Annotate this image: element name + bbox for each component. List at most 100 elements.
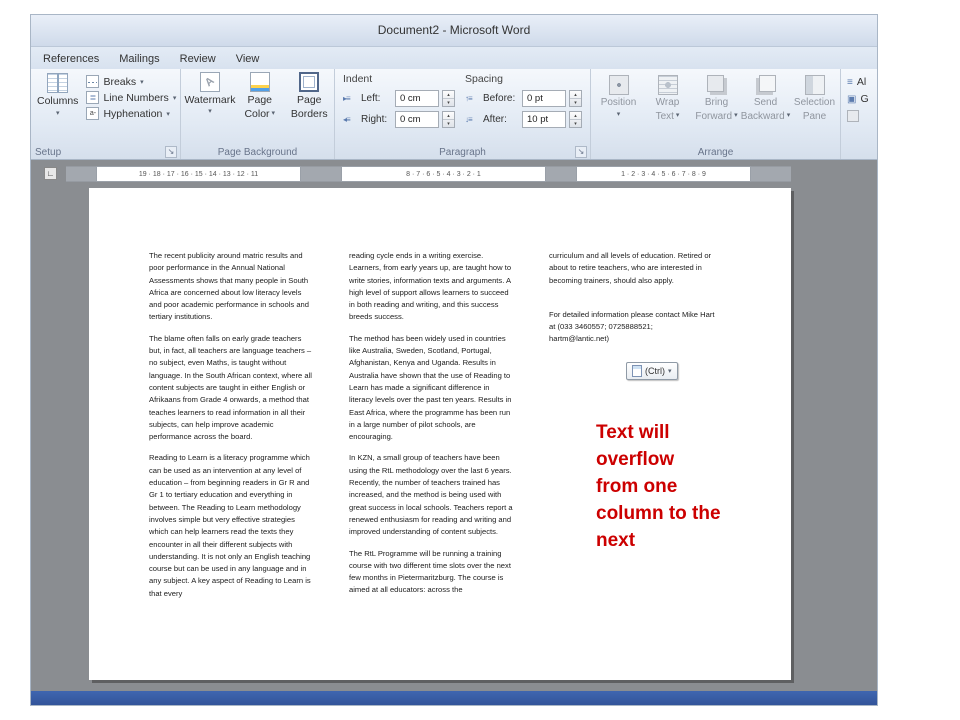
bring-forward-button[interactable]: Bring Forward ▾ — [693, 73, 740, 122]
tab-references[interactable]: References — [33, 50, 109, 69]
slide-canvas: Document2 - Microsoft Word References Ma… — [0, 0, 960, 720]
bring-forward-label-1: Bring — [704, 97, 729, 108]
page-color-button[interactable]: Page Color ▾ — [237, 72, 283, 159]
paragraph-group-label: Paragraph — [439, 147, 486, 158]
selection-pane-label-2: Pane — [802, 110, 827, 122]
paragraph: The method has been widely used in count… — [349, 333, 512, 442]
group-button[interactable]: ▣ G — [847, 93, 877, 105]
ribbon-group-paragraph: Indent ▸≡ Left: 0 cm ▴ ▾ ◂≡ Right: 0 cm … — [335, 69, 591, 159]
columns-button[interactable]: Columns ▾ — [31, 69, 82, 144]
indent-subgroup: Indent ▸≡ Left: 0 cm ▴ ▾ ◂≡ Right: 0 cm … — [343, 73, 455, 132]
breaks-button[interactable]: Breaks ▾ — [86, 75, 176, 88]
group-label: G — [860, 93, 869, 105]
spacing-before-icon: ↑≡ — [465, 94, 473, 103]
paragraph: reading cycle ends in a writing exercise… — [349, 251, 512, 322]
spacing-before-stepper[interactable]: ▴ ▾ — [569, 90, 582, 107]
paste-options-button[interactable]: (Ctrl) ▾ — [626, 362, 678, 380]
chevron-down-icon: ▾ — [166, 110, 170, 118]
ribbon-group-page-background: A Watermark ▾ Page Color ▾ Page Borders — [181, 69, 335, 159]
wrap-text-label-1: Wrap — [655, 97, 680, 108]
selection-pane-label-1: Selection — [793, 97, 836, 108]
page-setup-dialog-launcher[interactable]: ↘ — [165, 146, 177, 158]
breaks-label: Breaks — [103, 75, 137, 88]
status-bar — [31, 691, 877, 705]
tab-view[interactable]: View — [226, 50, 270, 69]
tab-review[interactable]: Review — [170, 50, 226, 69]
text-column-2: reading cycle ends in a writing exercise… — [349, 250, 515, 606]
page-borders-button[interactable]: Page Borders — [287, 72, 333, 159]
paste-options-label: (Ctrl) — [645, 366, 665, 376]
document-workspace: ∟ 19 · 18 · 17 · 16 · 15 · 14 · 13 · 12 … — [31, 160, 877, 692]
page-borders-label-1: Page — [296, 94, 322, 106]
paragraph: Reading to Learn is a literacy programme… — [149, 453, 311, 598]
wrap-text-button[interactable]: Wrap Text ▾ — [644, 73, 691, 122]
page-borders-icon — [299, 72, 320, 92]
page-setup-group-label: Setup — [35, 147, 62, 158]
stepper-down-icon[interactable]: ▾ — [570, 99, 581, 106]
stepper-up-icon[interactable]: ▴ — [443, 91, 454, 99]
chevron-down-icon: ▾ — [208, 108, 212, 116]
indent-left-stepper[interactable]: ▴ ▾ — [442, 90, 455, 107]
stepper-down-icon[interactable]: ▾ — [570, 120, 581, 127]
indent-header: Indent — [343, 73, 373, 85]
tab-mailings[interactable]: Mailings — [109, 50, 169, 69]
stepper-down-icon[interactable]: ▾ — [443, 99, 454, 106]
columns-button-label: Columns — [37, 95, 79, 107]
spacing-before-label: Before: — [483, 93, 516, 104]
wrap-text-icon — [657, 75, 678, 95]
indent-left-label: Left: — [361, 93, 381, 104]
word-window: Document2 - Microsoft Word References Ma… — [30, 14, 878, 706]
line-numbers-icon: ≣ — [86, 91, 100, 104]
line-numbers-button[interactable]: ≣ Line Numbers ▾ — [86, 91, 176, 104]
indent-left-field[interactable]: 0 cm — [395, 90, 439, 107]
hyphenation-label: Hyphenation — [103, 107, 163, 120]
ribbon: Columns ▾ Breaks ▾ ≣ Line Numbers ▾ a- H… — [31, 69, 877, 160]
horizontal-ruler[interactable]: ∟ 19 · 18 · 17 · 16 · 15 · 14 · 13 · 12 … — [44, 166, 791, 182]
position-icon — [608, 75, 629, 95]
ribbon-group-clipped: ≡ Al ▣ G — [841, 69, 877, 159]
indent-left-row: ▸≡ Left: 0 cm ▴ ▾ — [343, 90, 455, 107]
position-label: Position — [600, 97, 637, 108]
indent-right-field[interactable]: 0 cm — [395, 111, 439, 128]
stepper-down-icon[interactable]: ▾ — [443, 120, 454, 127]
ruler-column-3: 1 · 2 · 3 · 4 · 5 · 6 · 7 · 8 · 9 — [576, 166, 751, 182]
send-backward-icon — [758, 75, 776, 92]
selection-pane-icon — [804, 75, 825, 95]
align-button[interactable]: ≡ Al — [847, 76, 877, 88]
stepper-up-icon[interactable]: ▴ — [443, 112, 454, 120]
watermark-button[interactable]: A Watermark ▾ — [184, 72, 236, 159]
ribbon-group-arrange: Position ▾ Wrap Text ▾ Bring Forward ▾ S… — [591, 69, 841, 159]
page-color-label-2: Color — [244, 108, 270, 121]
ruler-column-2: 8 · 7 · 6 · 5 · 4 · 3 · 2 · 1 — [341, 166, 546, 182]
spacing-after-stepper[interactable]: ▴ ▾ — [569, 111, 582, 128]
indent-right-stepper[interactable]: ▴ ▾ — [442, 111, 455, 128]
annotation-text: Text will overflow from one column to th… — [596, 422, 721, 551]
watermark-label: Watermark — [184, 94, 236, 106]
ruler-gutter-1 — [301, 166, 341, 182]
text-column-1: The recent publicity around matric resul… — [149, 250, 315, 609]
spacing-after-field[interactable]: 10 pt — [522, 111, 566, 128]
ruler-column-1: 19 · 18 · 17 · 16 · 15 · 14 · 13 · 12 · … — [96, 166, 301, 182]
indent-right-icon: ◂≡ — [343, 115, 351, 124]
position-button[interactable]: Position ▾ — [595, 73, 642, 122]
breaks-icon — [86, 75, 100, 88]
send-backward-button[interactable]: Send Backward ▾ — [741, 73, 791, 122]
paragraph: The blame often falls on early grade tea… — [149, 333, 312, 442]
ruler-margin-right — [751, 166, 791, 182]
paragraph: In KZN, a small group of teachers have b… — [349, 453, 513, 537]
chevron-down-icon: ▾ — [675, 112, 680, 120]
spacing-subgroup: Spacing ↑≡ Before: 0 pt ▴ ▾ ↓≡ After: 10… — [465, 73, 582, 132]
tab-selector-icon[interactable]: ∟ — [44, 167, 57, 180]
chevron-down-icon: ▾ — [668, 368, 672, 375]
stepper-up-icon[interactable]: ▴ — [570, 91, 581, 99]
spacing-header: Spacing — [465, 73, 503, 85]
chevron-down-icon: ▾ — [786, 112, 791, 120]
selection-pane-button[interactable]: Selection Pane — [791, 73, 838, 122]
chevron-down-icon: ▾ — [271, 110, 276, 118]
spacing-before-field[interactable]: 0 pt — [522, 90, 566, 107]
paragraph-dialog-launcher[interactable]: ↘ — [575, 146, 587, 158]
stepper-up-icon[interactable]: ▴ — [570, 112, 581, 120]
chevron-down-icon: ▾ — [172, 94, 177, 102]
hyphenation-button[interactable]: a- Hyphenation ▾ — [86, 107, 176, 120]
rotate-button[interactable] — [847, 110, 877, 122]
